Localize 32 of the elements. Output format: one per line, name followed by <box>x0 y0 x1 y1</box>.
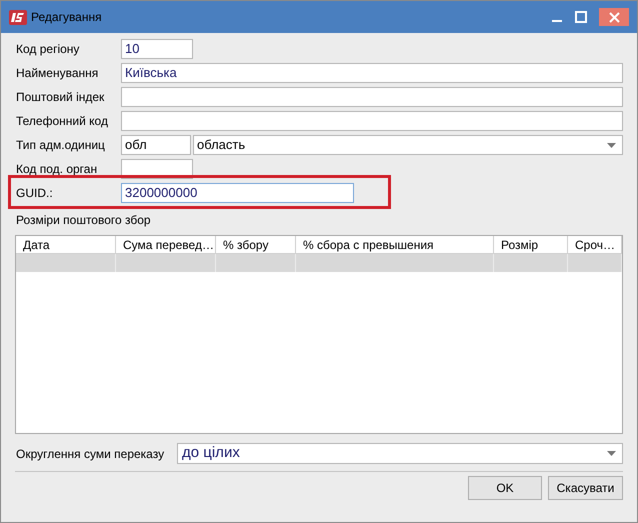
field-label: Код под. орган <box>16 161 98 178</box>
input-field[interactable]: обл <box>121 135 191 155</box>
section-title: Розміри поштового збор <box>16 212 152 229</box>
field-label: Найменування <box>16 65 100 82</box>
input-field[interactable] <box>121 87 623 107</box>
input-field[interactable] <box>121 111 623 131</box>
column-header[interactable]: Розмір <box>494 236 568 253</box>
field-label: Код регіону <box>16 41 80 58</box>
field-label: GUID.: <box>16 185 54 202</box>
column-header[interactable]: % сбора с превышения <box>296 236 494 253</box>
rounding-combo[interactable]: до цілих <box>177 443 623 464</box>
field-label: Телефонний код <box>16 113 109 130</box>
close-button[interactable] <box>599 8 629 26</box>
field-label: Округлення суми переказу <box>16 446 166 462</box>
ok-button[interactable]: OK <box>468 476 542 500</box>
close-icon <box>608 12 620 22</box>
column-header[interactable]: % збору <box>216 236 296 253</box>
column-header[interactable]: Сроч… <box>568 236 622 253</box>
field-label: Тип адм.одиниц <box>16 137 106 154</box>
input-field[interactable]: 3200000000 <box>121 183 354 203</box>
dropdown-arrow-icon <box>607 451 616 456</box>
dropdown-arrow-icon <box>607 142 616 148</box>
column-header[interactable]: Дата <box>16 236 116 253</box>
input-field[interactable]: Київська <box>121 63 623 83</box>
maximize-icon[interactable] <box>575 11 587 23</box>
column-header[interactable]: Сума перевед… <box>116 236 216 253</box>
window-title: Редагування <box>31 9 102 26</box>
field-label: Поштовий індек <box>16 89 106 106</box>
type-combo[interactable]: область <box>193 135 623 155</box>
input-field[interactable]: 10 <box>121 39 193 59</box>
app-logo-icon <box>9 10 27 24</box>
cancel-button[interactable]: Скасувати <box>548 476 623 500</box>
